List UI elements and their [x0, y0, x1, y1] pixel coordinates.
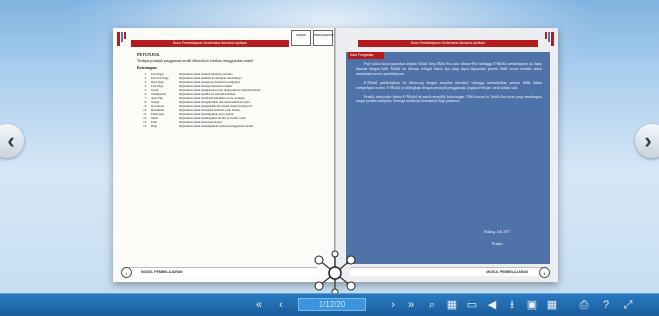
help-icon[interactable]: ? [598, 297, 614, 313]
thumbnails-icon[interactable]: ▦ [444, 297, 460, 313]
fullscreen-icon[interactable]: ▣ [524, 297, 540, 313]
tool-description: Digunakan untuk menampilkan bantuan peng… [179, 124, 253, 128]
sound-icon[interactable]: ◀ [484, 297, 500, 313]
last-page-button[interactable]: » [404, 297, 418, 313]
molecule-logo-icon [314, 250, 356, 296]
subtitle: Keterangan: [137, 66, 158, 70]
next-page-arrow[interactable]: › [635, 124, 659, 158]
left-page[interactable]: Buku Pembelajaran Sederhana Berbasis Apl… [113, 28, 335, 282]
prev-page-button[interactable]: ‹ [274, 297, 288, 313]
page-corner-decoration [545, 32, 554, 46]
expand-icon[interactable]: ⤢ [620, 297, 636, 313]
tools-table: 1. First Page Digunakan untuk menuju halam… [137, 72, 299, 128]
page-number: i [121, 267, 132, 278]
page-number: ii [539, 267, 550, 278]
zoom-icon[interactable]: ⌕ [424, 297, 440, 313]
page-title: PETUNJUK [137, 52, 160, 57]
page-number-input[interactable] [298, 298, 366, 311]
page-footer: MODUL PEMBELAJARAN [127, 267, 317, 276]
share-icon[interactable]: ▦ [544, 297, 560, 313]
chevron-left-icon: ‹ [7, 128, 15, 153]
aspect-tab: ASPEK [291, 30, 311, 46]
observation-tab: PENGAMATAN [313, 30, 335, 46]
preface-paragraph: Penulis menyadari bahwa E-Modul ini masi… [356, 94, 542, 104]
preface-paragraph: Puji syukur kami panjatkan kepada Tuhan … [356, 62, 542, 76]
flipbook[interactable]: Buku Pembelajaran Sederhana Berbasis Apl… [113, 28, 558, 296]
first-page-button[interactable]: « [252, 297, 266, 313]
signature-date: Padang, Juli 2017 [484, 230, 511, 234]
autoflip-icon[interactable]: ▭ [464, 297, 480, 313]
prev-page-arrow[interactable]: ‹ [0, 124, 24, 158]
page-header-band: Buku Pembelajaran Sederhana Berbasis Apl… [131, 40, 289, 47]
page-footer: MODUL PEMBELAJARAN [350, 267, 546, 276]
tool-row: 14. Help Digunakan untuk menampilkan bantu… [137, 124, 299, 128]
instructions-content: PETUNJUK Terdapat petunjuk penggunaan mo… [137, 52, 307, 128]
tool-number: 14. [143, 124, 147, 128]
section-title: Kata Pengantar [348, 52, 384, 59]
download-icon[interactable]: ⭳ [504, 297, 520, 313]
tool-name: Help [151, 124, 158, 128]
preface-paragraph: E-Modul pembelajaran ini dirancang denga… [356, 80, 542, 90]
page-corner-decoration [117, 32, 126, 46]
intro-text: Terdapat petunjuk penggunaan modul dibaw… [137, 59, 254, 63]
right-page[interactable]: Buku Pembelajaran Sederhana Berbasis Apl… [336, 28, 558, 282]
preface-content: Puji syukur kami panjatkan kepada Tuhan … [356, 62, 542, 108]
signature-author: Penulis [492, 242, 503, 246]
print-icon[interactable]: ⎙ [576, 297, 592, 313]
chevron-right-icon: › [644, 128, 652, 153]
page-header-band: Buku Pembelajaran Sederhana Berbasis Apl… [358, 40, 538, 47]
viewer-toolbar: « ‹ › » ⌕ ▦ ▭ ◀ ⭳ ▣ ▦ ⎙ ? ⤢ [0, 293, 659, 316]
next-page-button[interactable]: › [386, 297, 400, 313]
